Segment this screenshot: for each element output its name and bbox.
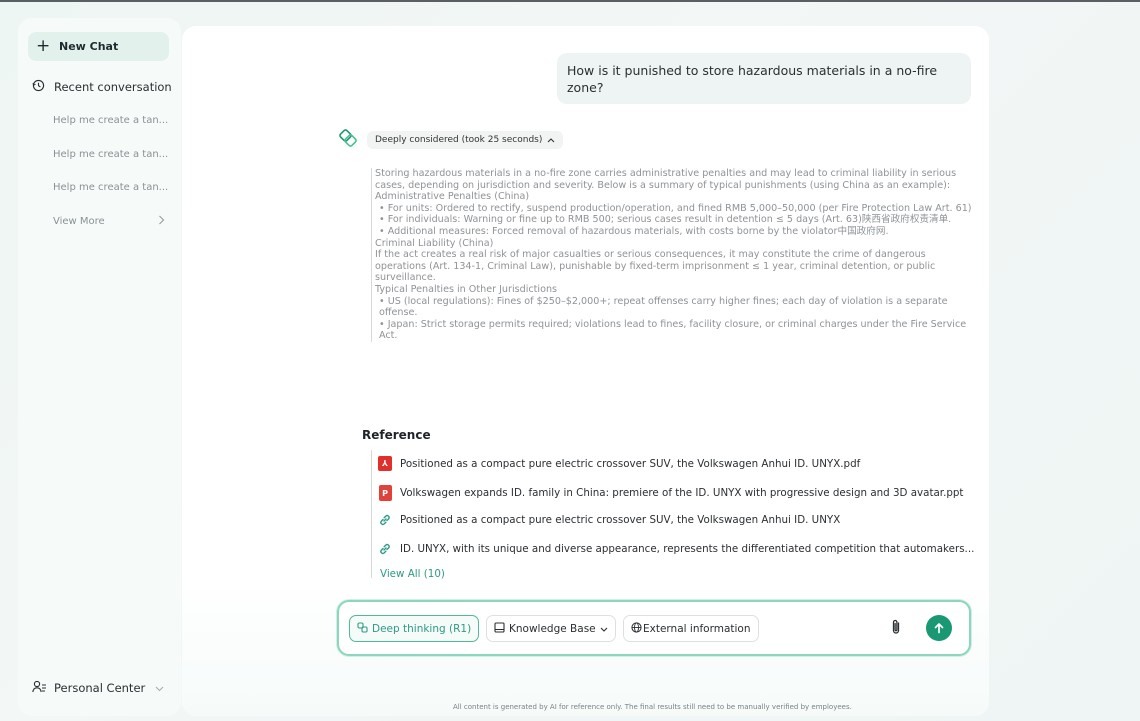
sidebar: + New Chat Recent conversation Help me c… [18,18,181,716]
pdf-file-icon: ⅄ [374,456,396,471]
chevron-right-icon [158,215,165,228]
chevron-down-icon [600,623,608,635]
reasoning-bullet: • For units: Ordered to rectify, suspend… [379,202,972,214]
reference-item[interactable]: P Volkswagen expands ID. family in China… [372,485,963,501]
reasoning-heading: Typical Penalties in Other Jurisdictions [375,283,558,295]
reasoning-heading: Administrative Penalties (China) [375,191,530,203]
view-more-button[interactable]: View More [53,215,165,228]
thinking-toggle[interactable]: Deeply considered (took 25 seconds) [367,131,564,149]
deep-thinking-logo-icon [339,129,357,151]
external-information-toggle[interactable]: External information [623,615,759,642]
reasoning-heading: Criminal Liability (China) [375,237,494,249]
user-icon [32,680,48,696]
reference-item[interactable]: Positioned as a compact pure electric cr… [372,513,840,527]
ppt-file-icon: P [374,485,396,501]
globe-icon [631,621,642,636]
reference-text: Positioned as a compact pure electric cr… [400,457,861,470]
window-top-border [0,0,1140,2]
external-information-label: External information [643,622,751,635]
send-button[interactable] [926,615,952,641]
new-chat-label: New Chat [59,40,119,53]
link-icon [374,542,396,556]
reference-text: ID. UNYX, with its unique and diverse ap… [400,543,975,555]
view-all-link[interactable]: View All (10) [380,568,445,580]
new-chat-button[interactable]: + New Chat [28,32,169,61]
deep-thinking-toggle[interactable]: Deep thinking (R1) [349,615,480,642]
recent-conversation-header: Recent conversation [32,79,172,95]
reasoning-bullet: • US (local regulations): Fines of $250–… [379,295,948,319]
knowledge-base-dropdown[interactable]: Knowledge Base [486,615,616,642]
disclaimer-note: All content is generated by AI for refer… [453,703,852,711]
reasoning-paragraph: If the act creates a real risk of major … [375,249,936,284]
reference-text: Positioned as a compact pure electric cr… [400,514,841,526]
history-item[interactable]: Help me create a tan... [53,149,168,160]
history-item[interactable]: Help me create a tan... [53,115,168,126]
reasoning-bullet: • For individuals: Warning or fine up to… [379,214,952,226]
view-more-label: View More [53,216,105,227]
link-icon [374,513,396,527]
reasoning-intro: Storing hazardous materials in a no-fire… [375,168,957,191]
reasoning-bullet: • Japan: Strict storage permits required… [379,318,967,342]
thinking-label: Deeply considered (took 25 seconds) [375,135,543,145]
thinking-row: Deeply considered (took 25 seconds) [339,129,564,151]
reasoning-bullet: • Additional measures: Forced removal of… [379,225,889,237]
chat-panel: How is it punished to store hazardous ma… [182,26,989,716]
reference-title: Reference [362,428,431,442]
reference-list: ⅄ Positioned as a compact pure electric … [371,450,981,580]
paperclip-icon[interactable] [891,619,901,639]
chevron-up-icon [547,136,555,145]
book-icon [494,621,505,636]
history-icon [32,79,48,95]
reference-item[interactable]: ⅄ Positioned as a compact pure electric … [372,456,860,471]
deep-thinking-label: Deep thinking (R1) [372,622,472,635]
personal-center-menu[interactable]: Personal Center [32,680,164,696]
chevron-down-icon [155,681,164,695]
plus-icon: + [36,36,51,56]
reference-text: Volkswagen expands ID. family in China: … [400,487,964,499]
reference-item[interactable]: ID. UNYX, with its unique and diverse ap… [372,542,974,556]
recent-conversation-label: Recent conversation [54,80,172,94]
user-message: How is it punished to store hazardous ma… [557,53,971,104]
arrow-up-icon [933,619,945,638]
deep-thinking-icon [357,621,368,636]
knowledge-base-label: Knowledge Base [509,622,596,635]
history-item[interactable]: Help me create a tan... [53,182,168,193]
chat-input-bar[interactable]: Deep thinking (R1) Knowledge Base Extern… [337,600,971,656]
reasoning-text: Storing hazardous materials in a no-fire… [371,168,975,342]
personal-center-label: Personal Center [54,681,146,695]
